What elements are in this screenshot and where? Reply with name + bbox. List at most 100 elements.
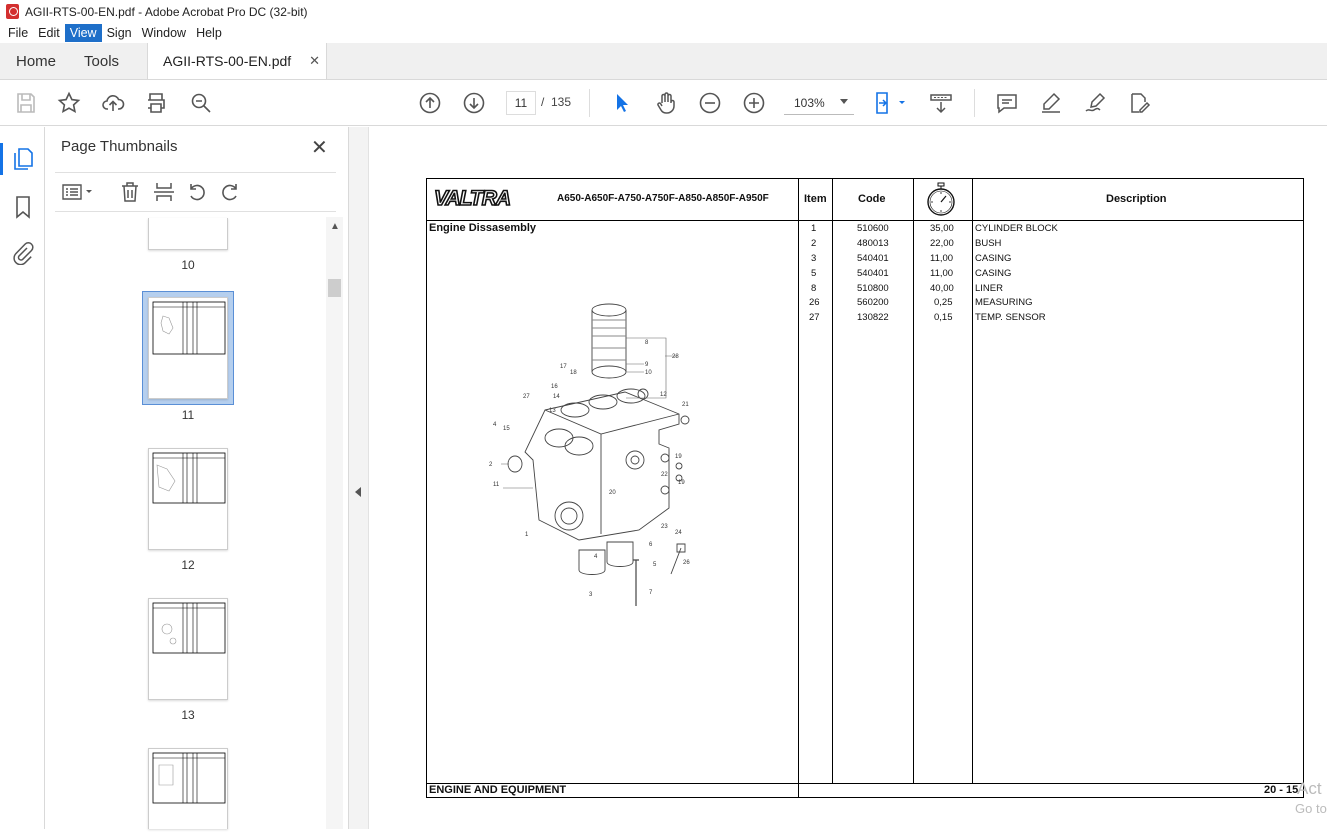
zoom-level-select[interactable]: 103% [784, 91, 854, 115]
edit-pdf-icon[interactable] [1127, 91, 1151, 115]
zoom-out-icon[interactable] [698, 91, 722, 115]
save-icon[interactable] [14, 91, 38, 115]
highlight-pen-icon[interactable] [1039, 91, 1063, 115]
thumbnail-page[interactable] [148, 598, 228, 700]
extract-pages-icon[interactable] [153, 181, 175, 208]
thumbnail-page[interactable] [148, 218, 228, 250]
svg-text:19: 19 [675, 454, 682, 460]
menu-window[interactable]: Window [137, 24, 191, 42]
row-time: 22,00 [930, 238, 954, 249]
tab-tools[interactable]: Tools [70, 43, 133, 79]
row-description: CASING [975, 253, 1012, 264]
scroll-mode-icon[interactable] [929, 91, 953, 115]
thumbnail-page-number: 10 [181, 258, 195, 272]
table-rule [913, 179, 914, 783]
svg-text:1: 1 [525, 532, 529, 538]
model-list: A650-A650F-A750-A750F-A850-A850F-A950F [557, 193, 769, 204]
rotate-right-icon[interactable] [220, 181, 242, 208]
comment-icon[interactable] [995, 91, 1019, 115]
row-time: 40,00 [930, 283, 954, 294]
footer-section-name: ENGINE AND EQUIPMENT [429, 784, 567, 796]
upload-cloud-icon[interactable] [101, 91, 125, 115]
panel-collapse-strip[interactable] [349, 127, 369, 829]
thumbnail-page[interactable] [148, 448, 228, 550]
svg-text:26: 26 [683, 560, 690, 566]
row-description: TEMP. SENSOR [975, 312, 1046, 323]
valtra-logo: VALTRA [432, 186, 528, 215]
section-title: Engine Dissasembly [429, 222, 536, 234]
row-description: CASING [975, 268, 1012, 279]
svg-text:9: 9 [645, 362, 649, 368]
svg-text:11: 11 [493, 482, 500, 488]
thumbnails-scrollbar[interactable]: ▲ [326, 217, 343, 829]
zoom-in-icon[interactable] [742, 91, 766, 115]
print-icon[interactable] [144, 91, 168, 115]
menu-file[interactable]: File [3, 24, 33, 42]
acrobat-icon [6, 4, 19, 19]
activation-watermark-line1: Act [1297, 779, 1322, 798]
next-page-icon[interactable] [462, 91, 486, 115]
title-bar: AGII-RTS-00-EN.pdf - Adobe Acrobat Pro D… [0, 0, 1327, 23]
page-fit-icon[interactable] [874, 91, 908, 115]
svg-text:14: 14 [553, 394, 560, 400]
row-description: BUSH [975, 238, 1002, 249]
menu-help[interactable]: Help [191, 24, 227, 42]
close-icon[interactable]: ✕ [311, 135, 328, 160]
column-header-item: Item [804, 193, 827, 205]
bookmark-icon[interactable] [13, 195, 33, 224]
page-thumbnails-icon[interactable] [12, 147, 34, 176]
svg-text:13: 13 [549, 408, 556, 414]
total-pages: 135 [551, 95, 572, 109]
rotate-left-icon[interactable] [185, 181, 207, 208]
row-description: CYLINDER BLOCK [975, 223, 1058, 234]
row-item: 27 [809, 312, 820, 323]
tab-document[interactable]: AGII-RTS-00-EN.pdf ✕ [147, 43, 328, 79]
select-cursor-icon[interactable] [610, 91, 634, 115]
options-menu-icon[interactable] [61, 181, 95, 208]
footer-page-number: 20 - 15 [1264, 784, 1299, 796]
row-time: 0,15 [934, 312, 953, 323]
page-number-input[interactable]: 11 [506, 91, 536, 115]
row-description: MEASURING [975, 297, 1033, 308]
hand-tool-icon[interactable] [654, 91, 678, 115]
row-code: 130822 [857, 312, 889, 323]
menu-sign[interactable]: Sign [102, 24, 137, 42]
row-code: 560200 [857, 297, 889, 308]
delete-icon[interactable] [119, 181, 141, 208]
row-item: 8 [811, 283, 817, 294]
close-tab-icon[interactable]: ✕ [309, 53, 320, 69]
engine-block-diagram: 8 9 10 28 17 18 16 14 13 12 27 21 4 15 2… [485, 298, 700, 615]
thumbnail-page[interactable] [148, 297, 228, 399]
thumbnail-page[interactable] [148, 748, 228, 829]
row-item: 1 [811, 223, 817, 234]
scrollbar-thumb[interactable] [328, 279, 341, 297]
tab-home[interactable]: Home [0, 43, 70, 79]
stopwatch-icon [924, 182, 958, 222]
column-header-code: Code [858, 193, 886, 205]
chevron-up-icon[interactable]: ▲ [330, 221, 340, 232]
svg-text:18: 18 [570, 370, 577, 376]
draw-sign-icon[interactable] [1083, 91, 1107, 115]
svg-text:2: 2 [489, 462, 493, 468]
menu-edit[interactable]: Edit [33, 24, 65, 42]
search-zoom-icon[interactable] [189, 91, 213, 115]
star-icon[interactable] [57, 91, 81, 115]
row-time: 11,00 [930, 253, 954, 264]
toolbar-divider [974, 89, 975, 117]
svg-text:19: 19 [678, 480, 685, 486]
svg-text:27: 27 [523, 394, 530, 400]
svg-text:7: 7 [649, 590, 653, 596]
row-code: 540401 [857, 268, 889, 279]
previous-page-icon[interactable] [418, 91, 442, 115]
chevron-left-icon[interactable] [355, 487, 361, 497]
thumbnail-page-number: 12 [181, 558, 195, 572]
table-rule [972, 179, 973, 783]
page-separator: / [541, 95, 545, 109]
attachment-icon[interactable] [12, 241, 34, 270]
row-item: 5 [811, 268, 817, 279]
row-description: LINER [975, 283, 1003, 294]
menu-view[interactable]: View [64, 24, 102, 42]
svg-text:23: 23 [661, 524, 668, 530]
svg-text:20: 20 [609, 490, 616, 496]
row-time: 35,00 [930, 223, 954, 234]
